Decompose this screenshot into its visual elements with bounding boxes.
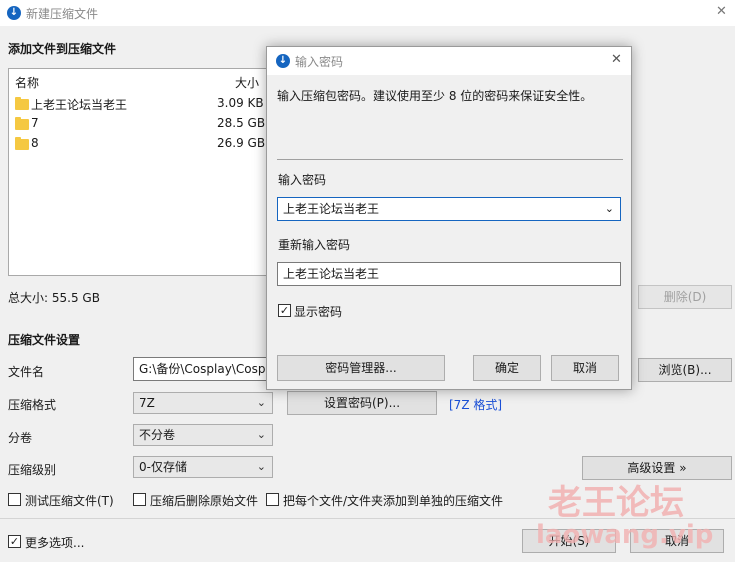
file-name: 7 [31,116,39,130]
app-logo-icon: ↓ [276,54,290,68]
list-item[interactable]: 8 26.9 GB [9,133,297,153]
reenter-password-label: 重新输入密码 [278,238,351,252]
column-header-size[interactable]: 大小 [235,74,259,91]
delete-button[interactable]: 删除(D) [638,285,732,309]
watermark-url: laowang.vip [536,520,714,550]
format-label: 压缩格式 [8,398,57,412]
volume-value: 不分卷 [139,428,176,442]
format-link[interactable]: [7Z 格式] [449,396,502,413]
ok-button[interactable]: 确定 [473,355,541,381]
column-header-name[interactable]: 名称 [15,74,39,91]
checkbox-box[interactable] [133,493,146,506]
filename-label: 文件名 [8,365,45,379]
file-list[interactable]: 名称 大小 上老王论坛当老王 3.09 KB 7 28.5 GB 8 26.9 … [8,68,298,276]
level-label: 压缩级别 [8,463,57,477]
chevron-down-icon: ⌄ [256,460,266,473]
divider [277,159,623,160]
checkbox-label: 测试压缩文件(T) [25,494,114,508]
file-size: 26.9 GB [217,136,266,150]
dialog-cancel-button[interactable]: 取消 [551,355,619,381]
folder-icon [15,117,29,130]
list-item[interactable]: 7 28.5 GB [9,113,297,133]
file-size: 28.5 GB [217,116,266,130]
browse-button[interactable]: 浏览(B)... [638,358,732,382]
checkbox-box[interactable]: ✓ [8,535,21,548]
level-value: 0-仅存储 [139,460,187,474]
set-password-button[interactable]: 设置密码(P)... [287,391,437,415]
watermark-text: 老王论坛 [548,483,684,523]
volume-select[interactable]: 不分卷 ⌄ [133,424,273,446]
file-name: 8 [31,136,39,150]
reenter-password-input[interactable]: 上老王论坛当老王 [277,262,621,286]
checkbox-label: 显示密码 [294,305,343,319]
close-icon[interactable]: ✕ [611,52,622,67]
checkbox-label: 压缩后删除原始文件 [150,494,259,508]
enter-password-label: 输入密码 [278,173,327,187]
window-title: 新建压缩文件 [26,7,99,21]
checkbox-box[interactable]: ✓ [278,304,291,317]
total-size: 总大小: 55.5 GB [8,291,100,305]
password-manager-button[interactable]: 密码管理器... [277,355,445,381]
file-size: 3.09 KB [217,96,264,110]
chevron-down-icon: ⌄ [256,428,266,441]
app-logo-icon: ↓ [7,6,21,20]
volume-label: 分卷 [8,431,33,445]
folder-icon [15,97,29,110]
level-select[interactable]: 0-仅存储 ⌄ [133,456,273,478]
checkbox-label: 更多选项... [25,536,85,550]
settings-heading: 压缩文件设置 [8,333,81,347]
add-files-heading: 添加文件到压缩文件 [8,42,117,56]
dialog-description: 输入压缩包密码。建议使用至少 8 位的密码来保证安全性。 [277,89,593,103]
list-item[interactable]: 上老王论坛当老王 3.09 KB [9,93,297,113]
dialog-title-bar: ↓ 输入密码 ✕ [267,47,631,75]
file-name: 上老王论坛当老王 [31,98,128,112]
folder-icon [15,137,29,150]
checkbox-box[interactable] [8,493,21,506]
filename-input[interactable]: G:\备份\Cosplay\Cosplay [133,357,273,381]
title-bar: ↓ 新建压缩文件 ✕ [0,0,735,26]
close-icon[interactable]: ✕ [716,4,727,19]
format-value: 7Z [139,396,155,410]
checkbox-box[interactable] [266,493,279,506]
dialog-title: 输入密码 [295,55,344,69]
checkbox-label: 把每个文件/文件夹添加到单独的压缩文件 [283,494,504,508]
enter-password-value: 上老王论坛当老王 [283,202,380,216]
chevron-down-icon: ⌄ [256,396,266,409]
format-select[interactable]: 7Z ⌄ [133,392,273,414]
enter-password-input[interactable]: 上老王论坛当老王 ⌄ [277,197,621,221]
password-dialog: ↓ 输入密码 ✕ 输入压缩包密码。建议使用至少 8 位的密码来保证安全性。 输入… [266,46,632,390]
chevron-down-icon[interactable]: ⌄ [605,198,614,220]
